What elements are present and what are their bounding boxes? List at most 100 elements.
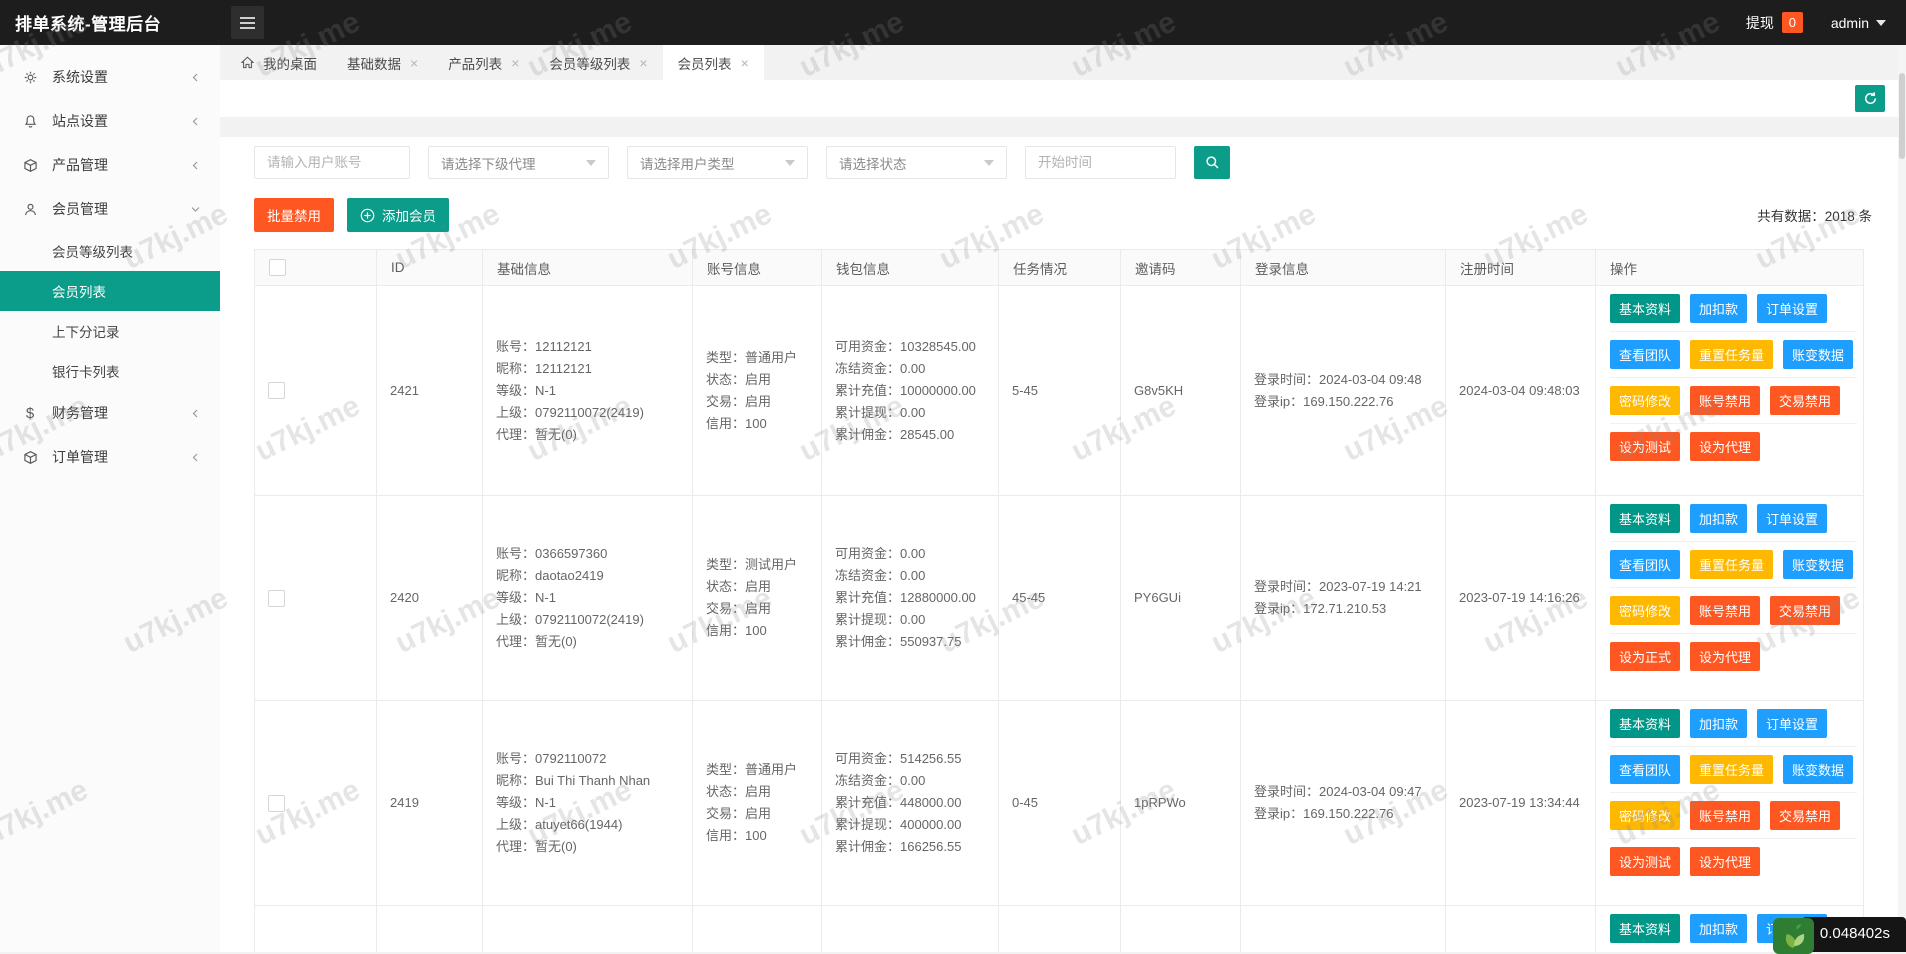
设为代理-button[interactable]: 设为代理 [1690,847,1760,876]
加扣款-button[interactable]: 加扣款 [1690,709,1747,738]
member-list-panel: 请选择下级代理 请选择用户类型 请选择状态 [220,137,1906,952]
加扣款-button[interactable]: 加扣款 [1690,294,1747,323]
基本资料-button[interactable]: 基本资料 [1610,504,1680,533]
基本资料-button[interactable]: 基本资料 [1610,709,1680,738]
交易禁用-button[interactable]: 交易禁用 [1770,386,1840,415]
账变数据-button[interactable]: 账变数据 [1783,340,1853,369]
设为正式-button[interactable]: 设为正式 [1610,642,1680,671]
sidebar-item-label: 会员管理 [52,199,189,219]
查看团队-button[interactable]: 查看团队 [1610,340,1680,369]
账号禁用-button[interactable]: 账号禁用 [1690,386,1760,415]
cell-invite-code: PY6GUi [1121,496,1241,701]
info-line: 交易：启用 [706,598,815,620]
account-search-input[interactable] [254,146,410,179]
密码修改-button[interactable]: 密码修改 [1610,596,1680,625]
row-checkbox[interactable] [268,795,285,812]
cell-wallet-info [822,906,999,953]
加扣款-button[interactable]: 加扣款 [1690,504,1747,533]
sidebar-item-会员管理[interactable]: 会员管理 [0,187,220,231]
tab-close-icon[interactable]: × [741,56,749,70]
订单设置-button[interactable]: 订单设置 [1757,294,1827,323]
cell-checkbox [255,496,377,701]
add-member-button[interactable]: 添加会员 [347,198,449,232]
cell-id: 2419 [377,701,483,906]
search-button[interactable] [1194,146,1230,179]
status-select[interactable]: 请选择状态 [826,146,1007,179]
cell-base-info [483,906,693,953]
batch-disable-button[interactable]: 批量禁用 [254,198,334,232]
tab-我的桌面[interactable]: 我的桌面 [226,45,332,80]
info-line: 信用：100 [706,825,815,847]
info-line: 交易：启用 [706,391,815,413]
查看团队-button[interactable]: 查看团队 [1610,755,1680,784]
hamburger-menu-button[interactable] [231,6,264,39]
sidebar-subitem-会员列表[interactable]: 会员列表 [0,271,220,311]
sidebar-subitem-会员等级列表[interactable]: 会员等级列表 [0,231,220,271]
performance-overlay: 0.048402s [1773,917,1906,952]
设为测试-button[interactable]: 设为测试 [1610,432,1680,461]
scrollbar-thumb[interactable] [1899,73,1905,159]
订单设置-button[interactable]: 订单设置 [1757,709,1827,738]
交易禁用-button[interactable]: 交易禁用 [1770,801,1840,830]
基本资料-button[interactable]: 基本资料 [1610,294,1680,323]
sidebar-subitem-银行卡列表[interactable]: 银行卡列表 [0,351,220,391]
tab-会员列表[interactable]: 会员列表× [663,45,764,80]
start-time-input[interactable] [1025,146,1176,179]
基本资料-button[interactable]: 基本资料 [1610,914,1680,943]
订单设置-button[interactable]: 订单设置 [1757,504,1827,533]
设为代理-button[interactable]: 设为代理 [1690,642,1760,671]
cell-id: 2421 [377,286,483,496]
sidebar-item-财务管理[interactable]: $财务管理 [0,391,220,435]
agent-select[interactable]: 请选择下级代理 [428,146,609,179]
账变数据-button[interactable]: 账变数据 [1783,550,1853,579]
user-type-select[interactable]: 请选择用户类型 [627,146,808,179]
cube-icon [22,449,38,465]
密码修改-button[interactable]: 密码修改 [1610,386,1680,415]
sidebar-item-系统设置[interactable]: 系统设置 [0,55,220,99]
elapsed-time: 0.048402s [1802,917,1906,952]
row-checkbox[interactable] [268,590,285,607]
tab-close-icon[interactable]: × [410,56,418,70]
info-line: 代理：暂无(0) [496,631,686,653]
user-menu[interactable]: admin [1831,15,1886,31]
加扣款-button[interactable]: 加扣款 [1690,914,1747,943]
chevron-left-icon [189,451,202,464]
total-count-text: 共有数据：2018 条 [1757,205,1872,225]
info-line: 登录时间：2023-07-19 14:21 [1254,576,1439,598]
tab-close-icon[interactable]: × [511,56,519,70]
账号禁用-button[interactable]: 账号禁用 [1690,801,1760,830]
action-group: 密码修改账号禁用交易禁用 [1610,793,1857,839]
设为代理-button[interactable]: 设为代理 [1690,432,1760,461]
tab-close-icon[interactable]: × [639,56,647,70]
row-checkbox[interactable] [268,382,285,399]
column-header-checkbox [255,250,377,286]
info-line: 代理：暂无(0) [496,836,686,858]
设为测试-button[interactable]: 设为测试 [1610,847,1680,876]
column-header-邀请码: 邀请码 [1121,250,1241,286]
user-type-placeholder: 请选择用户类型 [640,153,735,173]
账号禁用-button[interactable]: 账号禁用 [1690,596,1760,625]
sidebar-item-产品管理[interactable]: 产品管理 [0,143,220,187]
cell-registered: 2023-07-19 13:34:44 [1446,701,1596,906]
sidebar-item-订单管理[interactable]: 订单管理 [0,435,220,479]
交易禁用-button[interactable]: 交易禁用 [1770,596,1840,625]
sidebar-subitem-上下分记录[interactable]: 上下分记录 [0,311,220,351]
重置任务量-button[interactable]: 重置任务量 [1690,755,1773,784]
tab-会员等级列表[interactable]: 会员等级列表× [534,45,662,80]
重置任务量-button[interactable]: 重置任务量 [1690,340,1773,369]
tab-产品列表[interactable]: 产品列表× [433,45,534,80]
select-all-checkbox[interactable] [269,259,286,276]
withdraw-button[interactable]: 提现 0 [1746,12,1803,33]
sidebar-item-站点设置[interactable]: 站点设置 [0,99,220,143]
账变数据-button[interactable]: 账变数据 [1783,755,1853,784]
refresh-button[interactable] [1855,85,1885,112]
action-group: 设为正式设为代理 [1610,634,1857,679]
查看团队-button[interactable]: 查看团队 [1610,550,1680,579]
page-scrollbar[interactable] [1898,45,1906,952]
info-line: 上级：atuyet66(1944) [496,814,686,836]
cell-checkbox [255,906,377,953]
column-header-操作: 操作 [1596,250,1864,286]
密码修改-button[interactable]: 密码修改 [1610,801,1680,830]
重置任务量-button[interactable]: 重置任务量 [1690,550,1773,579]
tab-基础数据[interactable]: 基础数据× [332,45,433,80]
